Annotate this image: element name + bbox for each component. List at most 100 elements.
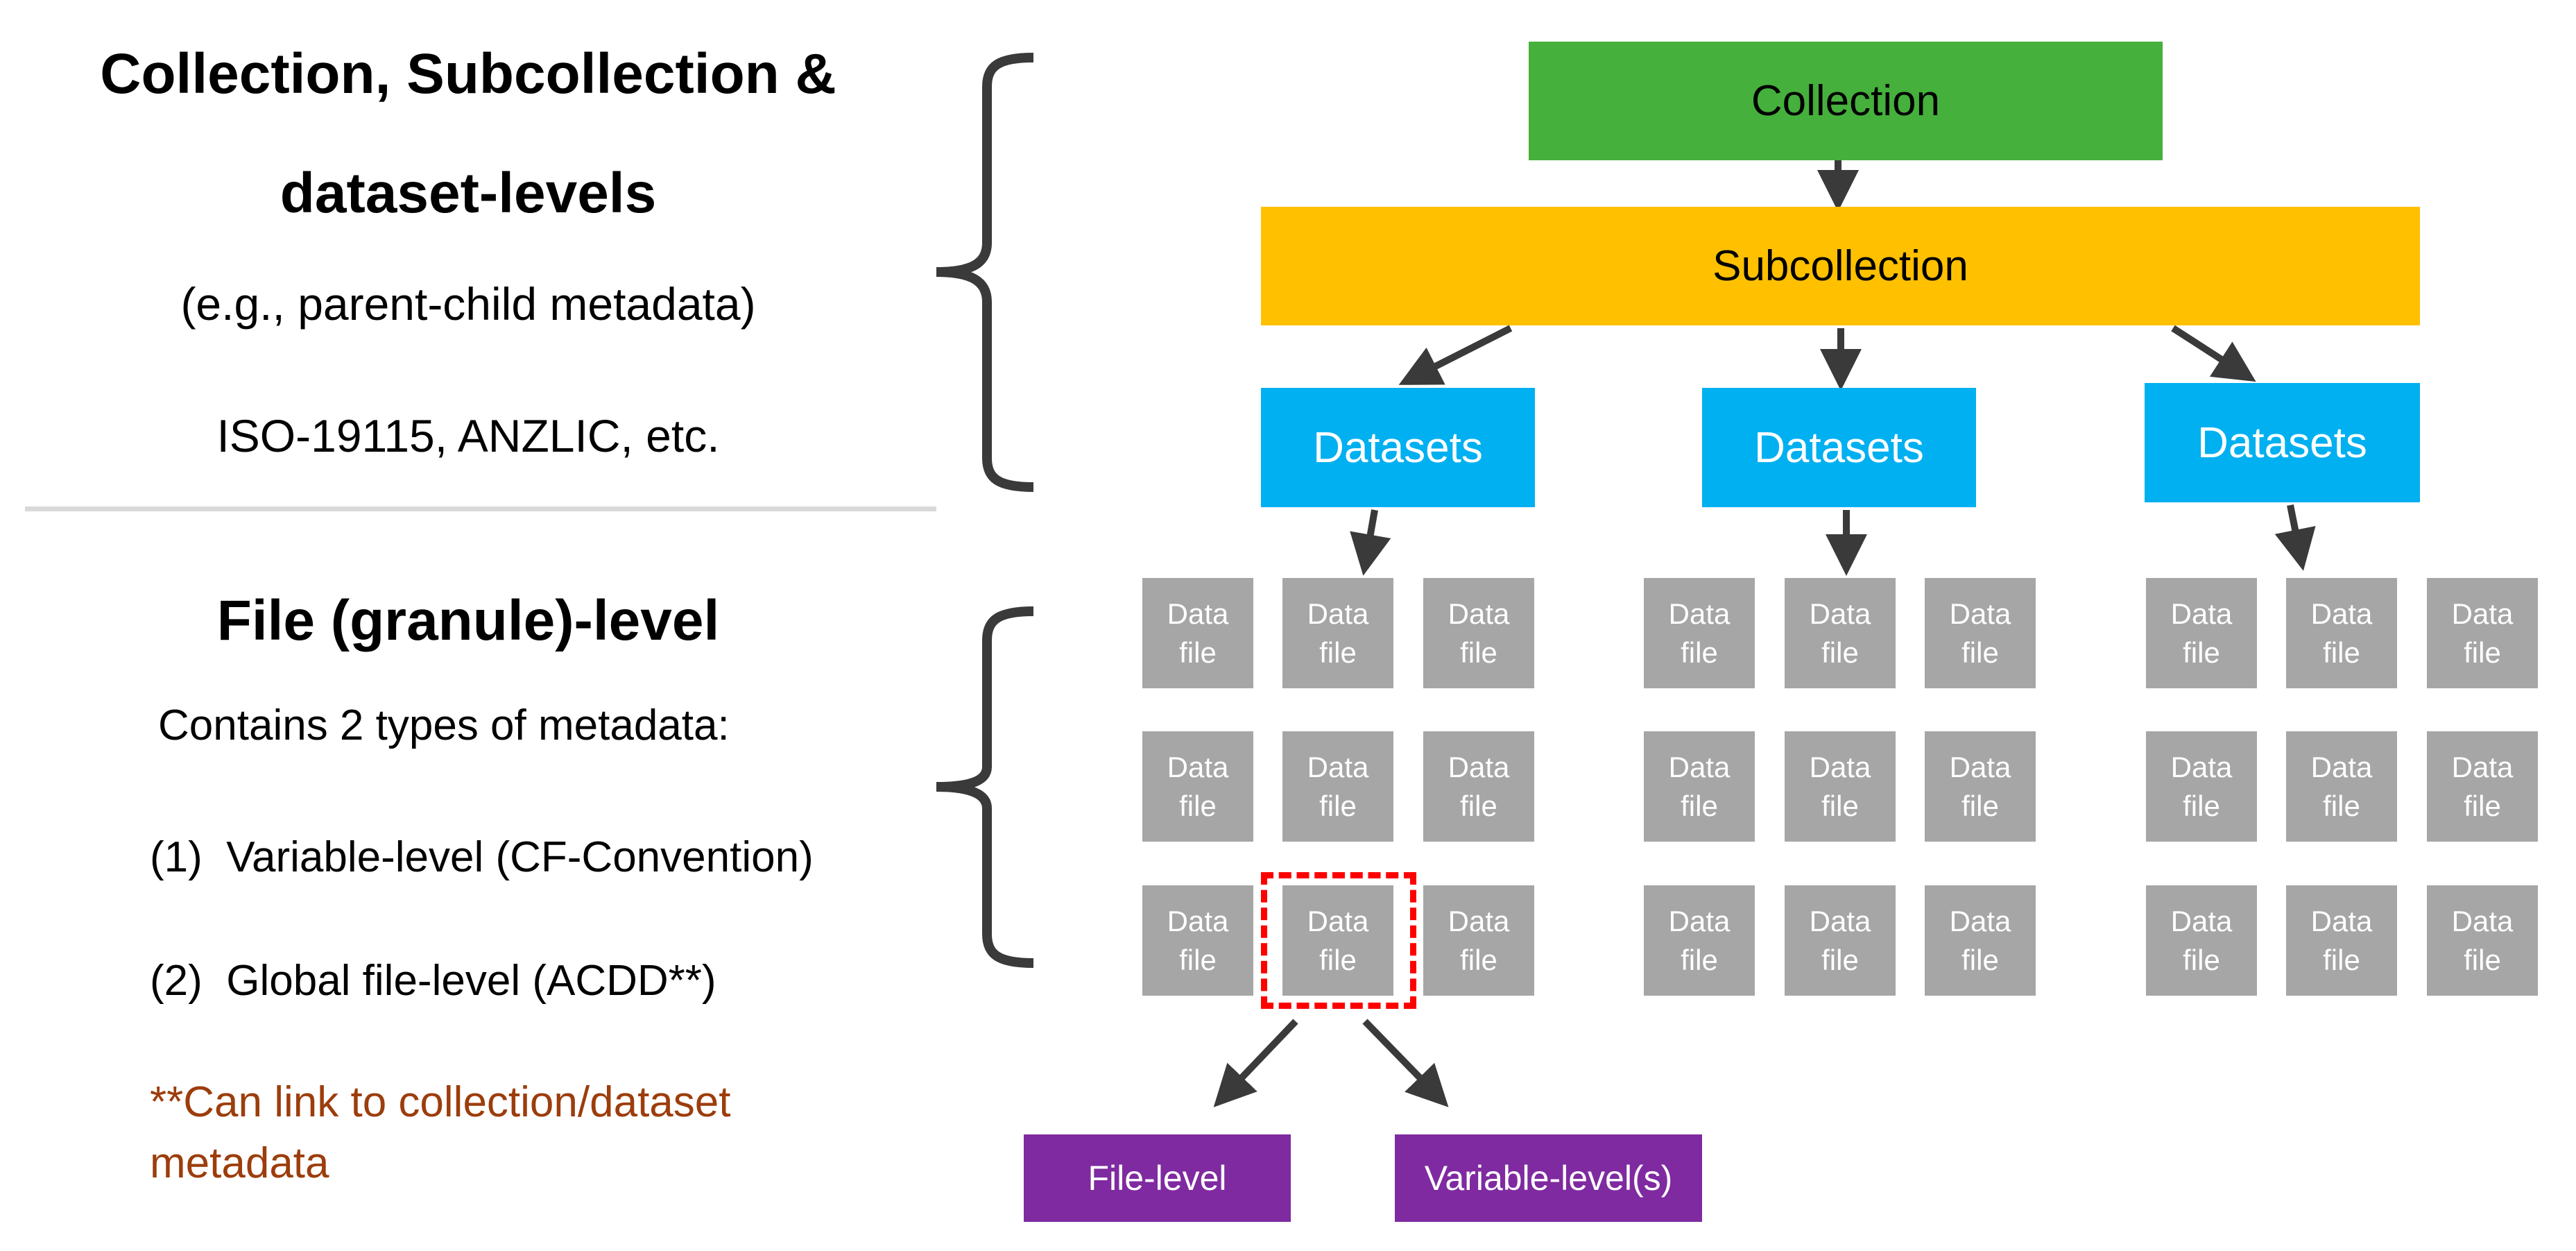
dataset-label: Datasets <box>2197 418 2367 467</box>
data-file-label-line2: file <box>1319 789 1357 822</box>
data-file-label-line2: file <box>1961 636 1999 669</box>
dataset-label: Datasets <box>1754 423 1924 472</box>
highlighted-file-outline <box>1261 872 1416 1009</box>
dataset-node: Datasets <box>2145 383 2420 502</box>
section-divider <box>25 507 936 511</box>
subcollection-node: Subcollection <box>1261 207 2420 325</box>
section-heading-file-level: File (granule)-level <box>216 589 720 652</box>
data-file-label-line2: file <box>2323 636 2360 669</box>
data-file-node: Data file <box>1142 731 1253 842</box>
data-file-label-line2: file <box>2464 789 2501 822</box>
dataset-node: Datasets <box>1261 388 1535 507</box>
data-file-node: Data file <box>1644 731 1755 842</box>
data-file-node: Data file <box>1423 578 1534 688</box>
data-file-label-line2: file <box>1821 636 1859 669</box>
data-file-label-line1: Data <box>1949 904 2011 937</box>
data-file-label-line1: Data <box>2451 904 2514 937</box>
data-file-label-line2: file <box>2464 636 2501 669</box>
data-file-node: Data file <box>1785 731 1896 842</box>
data-file-label-line1: Data <box>2170 904 2233 937</box>
data-file-label-line1: Data <box>1448 597 1510 630</box>
data-file-label-line1: Data <box>1809 750 1871 783</box>
data-file-label-line1: Data <box>1949 750 2011 783</box>
metadata-type-item: (1) Variable-level (CF-Convention) <box>150 833 814 882</box>
data-file-label-line1: Data <box>1307 597 1369 630</box>
data-file-node: Data file <box>1423 885 1534 996</box>
data-file-label-line1: Data <box>1307 750 1369 783</box>
brace-top-icon <box>936 53 1034 492</box>
metadata-type-item: (2) Global file-level (ACDD**) <box>150 956 716 1005</box>
arrow-subcollection-to-dataset-1 <box>1398 325 1513 385</box>
data-file-label-line2: file <box>1961 789 1999 822</box>
data-file-label-line1: Data <box>1448 750 1510 783</box>
data-file-node: Data file <box>1282 731 1393 842</box>
dataset-node: Datasets <box>1702 388 1976 507</box>
data-file-label-line2: file <box>1681 789 1718 822</box>
data-file-label-line1: Data <box>2170 750 2233 783</box>
file-level-intro: Contains 2 types of metadata: <box>158 701 730 749</box>
arrow-file-to-variable-level <box>1362 1019 1449 1107</box>
data-file-node: Data file <box>1644 578 1755 688</box>
file-level-label: File-level <box>1088 1159 1227 1198</box>
data-file-label-line1: Data <box>2310 904 2373 937</box>
data-file-label-line1: Data <box>1809 597 1871 630</box>
data-file-node: Data file <box>1282 578 1393 688</box>
data-file-label-line1: Data <box>1809 904 1871 937</box>
item-marker: (2) <box>150 957 203 1005</box>
footnote-line2: metadata <box>150 1139 329 1187</box>
data-file-node: Data file <box>2286 885 2397 996</box>
data-file-node: Data file <box>2427 578 2538 688</box>
data-file-label-line1: Data <box>2451 597 2514 630</box>
data-file-node: Data file <box>1925 578 2036 688</box>
data-file-label-line2: file <box>2323 789 2360 822</box>
item-text: Variable-level (CF-Convention) <box>226 833 814 881</box>
data-file-label-line2: file <box>2323 943 2360 976</box>
arrow-file-to-file-level <box>1213 1019 1298 1107</box>
data-file-label-line2: file <box>2464 943 2501 976</box>
variable-level-node: Variable-level(s) <box>1395 1134 1702 1222</box>
data-file-label-line2: file <box>1319 636 1357 669</box>
data-file-node: Data file <box>2427 885 2538 996</box>
data-file-label-line2: file <box>1179 636 1217 669</box>
footnote: **Can link to collection/dataset metadat… <box>150 1072 730 1194</box>
data-file-label-line2: file <box>1681 943 1718 976</box>
collection-standards-text: ISO-19115, ANZLIC, etc. <box>216 410 720 461</box>
data-file-node: Data file <box>2427 731 2538 842</box>
subcollection-label: Subcollection <box>1712 242 1968 290</box>
data-file-label-line1: Data <box>1668 904 1731 937</box>
data-file-label-line1: Data <box>2310 750 2373 783</box>
data-file-label-line1: Data <box>1167 750 1229 783</box>
data-file-label-line1: Data <box>1448 904 1510 937</box>
data-file-node: Data file <box>2286 578 2397 688</box>
collection-example-text: (e.g., parent-child metadata) <box>180 278 756 330</box>
arrow-dataset-1-to-files <box>1350 509 1391 576</box>
data-file-node: Data file <box>2146 731 2257 842</box>
data-file-label-line1: Data <box>1949 597 2011 630</box>
file-level-node: File-level <box>1024 1134 1291 1222</box>
data-file-label-line2: file <box>2183 789 2220 822</box>
data-file-label-line2: file <box>1179 943 1217 976</box>
data-file-node: Data file <box>1785 578 1896 688</box>
data-file-label-line1: Data <box>2170 597 2233 630</box>
data-file-label-line1: Data <box>1668 597 1731 630</box>
arrow-subcollection-to-dataset-3 <box>2171 325 2256 382</box>
item-marker: (1) <box>150 833 203 881</box>
footnote-line1: **Can link to collection/dataset <box>150 1078 731 1126</box>
brace-bottom-icon <box>936 606 1034 968</box>
data-file-node: Data file <box>1925 731 2036 842</box>
collection-label: Collection <box>1751 77 1941 125</box>
data-file-node: Data file <box>1644 885 1755 996</box>
data-file-node: Data file <box>2146 885 2257 996</box>
data-file-label-line2: file <box>1961 943 1999 976</box>
arrow-dataset-3-to-files <box>2274 504 2316 571</box>
section-heading-collection-line1: Collection, Subcollection & <box>100 42 836 105</box>
data-file-label-line1: Data <box>1167 597 1229 630</box>
data-file-label-line2: file <box>1821 789 1859 822</box>
data-file-label-line2: file <box>1821 943 1859 976</box>
data-file-label-line1: Data <box>2310 597 2373 630</box>
data-file-label-line2: file <box>1681 636 1718 669</box>
data-file-node: Data file <box>1142 885 1253 996</box>
data-file-label-line2: file <box>1179 789 1217 822</box>
data-file-label-line2: file <box>2183 943 2220 976</box>
data-file-label-line2: file <box>1460 636 1497 669</box>
